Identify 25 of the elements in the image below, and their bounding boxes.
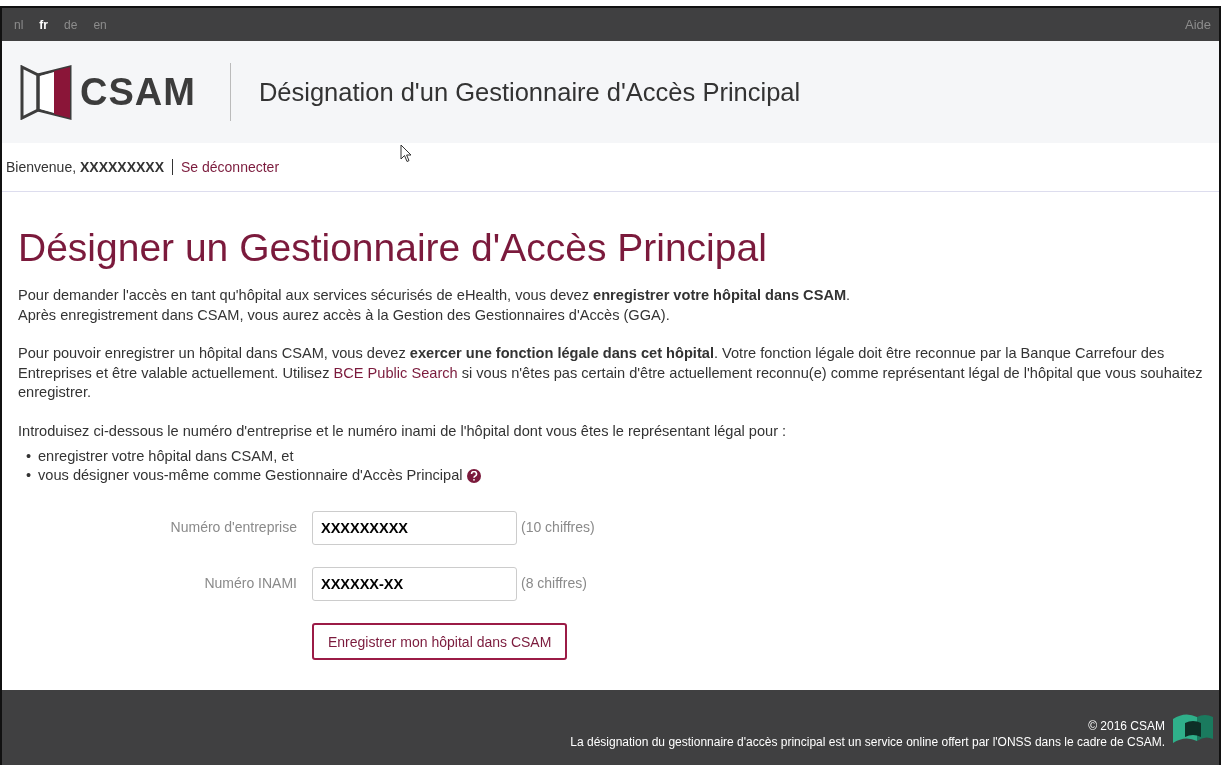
register-button[interactable]: Enregistrer mon hôpital dans CSAM (312, 623, 568, 660)
field-hint: (8 chiffres) (521, 574, 588, 594)
paragraph: Pour demander l'accès en tant qu'hôpital aux services sécurisés de eHealth, vous devez enregistrer votre hôpital dans CSAM. Après enregistrement dans CSAM, vous aurez accès à la Gestion des Gestionnaires d'Accès (GGA). (18, 286, 852, 325)
input-field[interactable]: XXXXXX-XX (312, 567, 517, 601)
field-label: Numéro d'entreprise (169, 518, 298, 538)
door-logo-icon (20, 64, 72, 120)
footer-note: La désignation du gestionnaire d'accès principal est un service online offert par l'ONSS dans le cadre de CSAM. (570, 733, 1165, 750)
paragraph: Introduisez ci-dessous le numéro d'entreprise et le numéro inami de l'hôpital dont vous êtes le représentant légal pour : (18, 421, 788, 441)
bullet-marker: • (26, 466, 33, 485)
header-title: Désignation d'un Gestionnaire d'Accès Principal (258, 77, 801, 107)
welcome-text: Bienvenue, XXXXXXXXX (6, 159, 173, 175)
bullet-text: enregistrer votre hôpital dans CSAM, et (38, 447, 294, 466)
copyright-text: © 2016 CSAM (1088, 717, 1165, 734)
page-title: Désigner un Gestionnaire d'Accès Principal (18, 225, 768, 271)
help-icon[interactable] (466, 468, 481, 483)
language-link[interactable]: fr (37, 17, 50, 32)
paragraph: Pour pouvoir enregistrer un hôpital dans CSAM, vous devez exercer une fonction légale dans cet hôpital. Votre fonction légale doit être reconnue par la Banque Carrefour des Entreprises et être valable actuellement. Utilisez BCE Public Search si vous n'êtes pas certain d'être actuellement reconnu(e) comme représentant légal de l'hôpital que vous souhaitez enregistrer. (18, 344, 1204, 402)
bullet-marker: • (26, 447, 33, 466)
logout-link[interactable]: Se déconnecter (181, 159, 280, 175)
logo-text: CSAM (80, 70, 196, 114)
field-label: Numéro INAMI (203, 574, 298, 594)
input-field[interactable]: XXXXXXXXX (312, 511, 517, 545)
bullet-text: vous désigner vous-même comme Gestionnaire d'Accès Principal (38, 466, 463, 485)
bce-public-search-link[interactable]: BCE Public Search (333, 364, 458, 381)
field-hint: (10 chiffres) (521, 518, 596, 538)
